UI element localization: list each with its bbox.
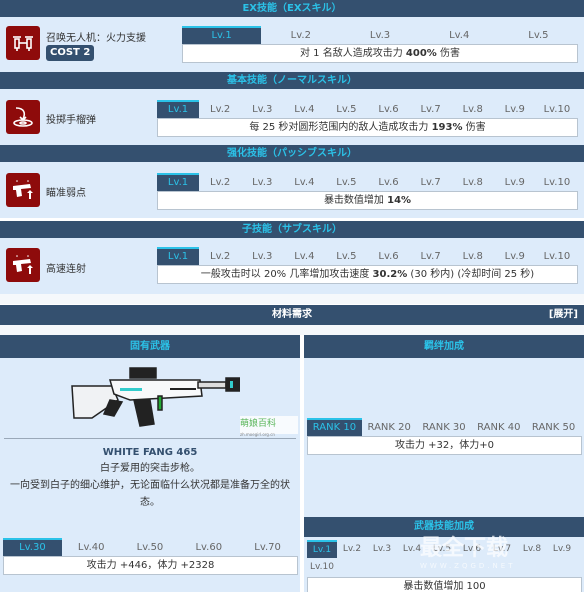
sub-level-tab-4[interactable]: Lv.4	[283, 247, 325, 265]
weapon-level-tab-1[interactable]: Lv.30	[3, 538, 62, 556]
passive-level-tab-10[interactable]: Lv.10	[536, 173, 578, 191]
passive-skill-level-tabs: Lv.1 Lv.2 Lv.3 Lv.4 Lv.5 Lv.6 Lv.7 Lv.8 Lv.9 Lv.1…	[157, 173, 578, 191]
weapon-skill-level-tab-3[interactable]: Lv.3	[367, 540, 397, 558]
passive-skill-description: 暴击数值增加 14%	[157, 191, 578, 210]
site-watermark: 最全下载 WWW.ZQGD.NET	[420, 536, 516, 570]
bond-rank-tab-1[interactable]: RANK 10	[307, 418, 362, 436]
weapon-description-line3: 态。	[140, 497, 160, 508]
ex-skill-name: 召唤无人机：火力支援	[46, 33, 146, 44]
passive-level-tab-5[interactable]: Lv.5	[325, 173, 367, 191]
weapon-skill-level-tab-9[interactable]: Lv.9	[547, 540, 577, 558]
ex-level-tab-1[interactable]: Lv.1	[182, 26, 262, 44]
bond-rank-tab-2[interactable]: RANK 20	[362, 418, 417, 436]
ex-level-tab-5[interactable]: Lv.5	[499, 26, 578, 44]
normal-skill-description: 每 25 秒对圆形范围内的敌人造成攻击力 193% 伤害	[157, 118, 578, 137]
weapon-level-tab-4[interactable]: Lv.60	[179, 538, 238, 556]
weapon-image	[70, 366, 241, 428]
weapon-stat: 攻击力 +446，体力 +2328	[3, 556, 298, 575]
bond-panel: RANK 10 RANK 20 RANK 30 RANK 40 RANK 50 攻击力 …	[304, 358, 584, 518]
ex-skill-level-tabs: Lv.1 Lv.2 Lv.3 Lv.4 Lv.5	[182, 26, 578, 44]
sub-skill-header: 子技能（サブスキル）	[0, 221, 584, 238]
weapon-name: WHITE FANG 465	[102, 447, 198, 458]
sub-level-tab-1[interactable]: Lv.1	[157, 247, 200, 265]
normal-level-tab-4[interactable]: Lv.4	[283, 100, 325, 118]
passive-skill-panel: 瞄准弱点 Lv.1 Lv.2 Lv.3 Lv.4 Lv.5 Lv.6 Lv.7 Lv.8 Lv.…	[0, 162, 584, 218]
moegirl-watermark: 萌娘百科 zh.moegirl.org.cn	[240, 416, 298, 437]
weapon-level-tab-2[interactable]: Lv.40	[62, 538, 121, 556]
normal-skill-panel: 投掷手榴弹 Lv.1 Lv.2 Lv.3 Lv.4 Lv.5 Lv.6 Lv.7 Lv.8 Lv…	[0, 89, 584, 145]
sub-level-tab-7[interactable]: Lv.7	[410, 247, 452, 265]
passive-level-tab-1[interactable]: Lv.1	[157, 173, 200, 191]
normal-skill-level-tabs: Lv.1 Lv.2 Lv.3 Lv.4 Lv.5 Lv.6 Lv.7 Lv.8 Lv.9 Lv.1…	[157, 100, 578, 118]
ex-skill-description: 对 1 名敌人造成攻击力 400% 伤害	[182, 44, 578, 63]
bond-rank-tab-3[interactable]: RANK 30	[417, 418, 472, 436]
passive-level-tab-9[interactable]: Lv.9	[494, 173, 536, 191]
weapon-skill-level-tab-2[interactable]: Lv.2	[337, 540, 367, 558]
passive-level-tab-4[interactable]: Lv.4	[283, 173, 325, 191]
pistol-up-icon	[6, 248, 40, 282]
passive-level-tab-8[interactable]: Lv.8	[452, 173, 494, 191]
bond-header: 羁绊加成	[304, 335, 584, 358]
weapon-header: 固有武器	[0, 335, 300, 358]
sub-level-tab-9[interactable]: Lv.9	[494, 247, 536, 265]
ex-skill-header: EX技能（EXスキル）	[0, 0, 584, 17]
drone-icon	[6, 26, 40, 60]
passive-level-tab-3[interactable]: Lv.3	[241, 173, 283, 191]
bond-rank-tabs: RANK 10 RANK 20 RANK 30 RANK 40 RANK 50	[307, 418, 581, 436]
passive-level-tab-7[interactable]: Lv.7	[410, 173, 452, 191]
normal-level-tab-8[interactable]: Lv.8	[452, 100, 494, 118]
passive-skill-header: 强化技能（パッシブスキル）	[0, 145, 584, 162]
bond-rank-tab-5[interactable]: RANK 50	[526, 418, 581, 436]
passive-level-tab-2[interactable]: Lv.2	[199, 173, 241, 191]
spacer	[0, 325, 584, 335]
sub-level-tab-8[interactable]: Lv.8	[452, 247, 494, 265]
sub-level-tab-10[interactable]: Lv.10	[536, 247, 578, 265]
ex-level-tab-2[interactable]: Lv.2	[261, 26, 340, 44]
ex-skill-panel: 召唤无人机：火力支援 COST 2 Lv.1 Lv.2 Lv.3 Lv.4 Lv.5 对…	[0, 17, 584, 72]
normal-level-tab-2[interactable]: Lv.2	[199, 100, 241, 118]
bond-stat: 攻击力 +32，体力+0	[307, 436, 582, 455]
sub-skill-name: 高速连射	[46, 264, 86, 275]
spacer	[0, 294, 584, 304]
cost-badge: COST 2	[46, 45, 95, 61]
ex-level-tab-3[interactable]: Lv.3	[340, 26, 419, 44]
weapon-divider	[4, 438, 296, 439]
normal-level-tab-6[interactable]: Lv.6	[367, 100, 409, 118]
sub-level-tab-2[interactable]: Lv.2	[199, 247, 241, 265]
weapon-skill-level-tab-10[interactable]: Lv.10	[307, 558, 337, 576]
sub-level-tab-5[interactable]: Lv.5	[325, 247, 367, 265]
weapon-skill-level-tab-8[interactable]: Lv.8	[517, 540, 547, 558]
normal-level-tab-5[interactable]: Lv.5	[325, 100, 367, 118]
materials-header: 材料需求 [展开]	[0, 305, 584, 325]
normal-level-tab-1[interactable]: Lv.1	[157, 100, 200, 118]
normal-level-tab-3[interactable]: Lv.3	[241, 100, 283, 118]
sub-level-tab-3[interactable]: Lv.3	[241, 247, 283, 265]
bond-rank-tab-4[interactable]: RANK 40	[471, 418, 526, 436]
pistol-up-icon	[6, 173, 40, 207]
normal-level-tab-9[interactable]: Lv.9	[494, 100, 536, 118]
weapon-skill-stat: 暴击数值增加 100	[307, 577, 582, 592]
passive-level-tab-6[interactable]: Lv.6	[367, 173, 409, 191]
normal-level-tab-10[interactable]: Lv.10	[536, 100, 578, 118]
normal-skill-header: 基本技能（ノーマルスキル）	[0, 72, 584, 89]
sub-skill-description: 一般攻击时以 20% 几率增加攻击速度 30.2% (30 秒内) (冷却时间 …	[157, 265, 578, 284]
passive-skill-name: 瞄准弱点	[46, 188, 86, 199]
normal-skill-name: 投掷手榴弹	[46, 115, 96, 126]
weapon-panel: 萌娘百科 zh.moegirl.org.cn WHITE FANG 465 白子…	[0, 358, 300, 592]
normal-level-tab-7[interactable]: Lv.7	[410, 100, 452, 118]
grenade-throw-icon	[6, 100, 40, 134]
weapon-level-tabs: Lv.30 Lv.40 Lv.50 Lv.60 Lv.70	[3, 538, 297, 556]
sub-level-tab-6[interactable]: Lv.6	[367, 247, 409, 265]
expand-button[interactable]: [展开]	[549, 305, 578, 325]
weapon-level-tab-5[interactable]: Lv.70	[238, 538, 297, 556]
sub-skill-panel: 高速连射 Lv.1 Lv.2 Lv.3 Lv.4 Lv.5 Lv.6 Lv.7 Lv.8 Lv.…	[0, 238, 584, 294]
weapon-level-tab-3[interactable]: Lv.50	[121, 538, 180, 556]
weapon-description-line1: 白子爱用的突击步枪。	[100, 463, 200, 474]
ex-level-tab-4[interactable]: Lv.4	[420, 26, 499, 44]
weapon-description-line2: 一向受到白子的细心维护，无论面临什么状况都是准备万全的状	[10, 480, 290, 491]
weapon-skill-level-tab-1[interactable]: Lv.1	[307, 540, 337, 558]
sub-skill-level-tabs: Lv.1 Lv.2 Lv.3 Lv.4 Lv.5 Lv.6 Lv.7 Lv.8 Lv.9 Lv.1…	[157, 247, 578, 265]
